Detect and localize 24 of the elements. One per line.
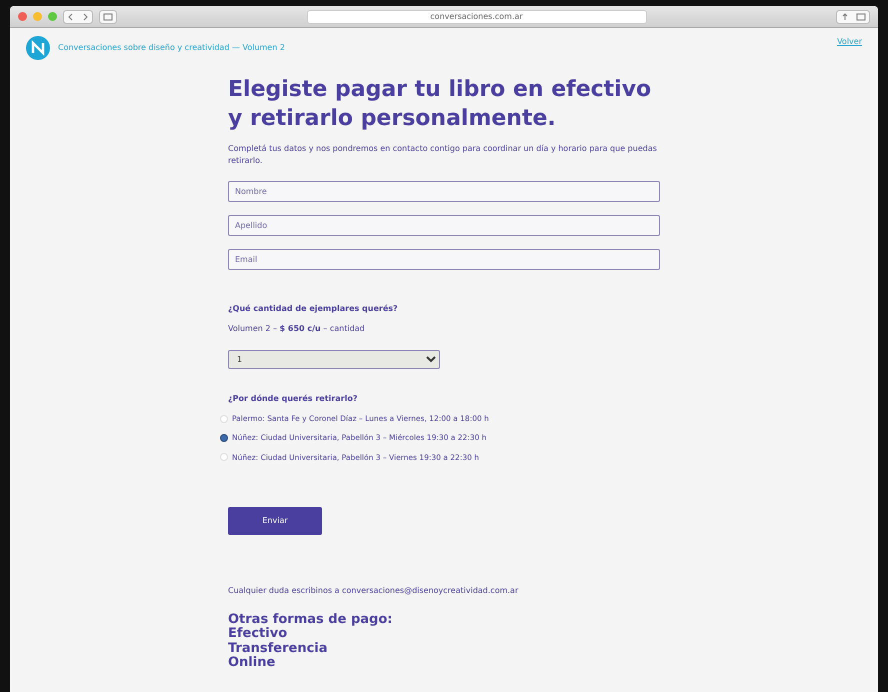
submit-button[interactable]: Enviar: [228, 506, 322, 535]
payment-option: Online: [228, 656, 660, 670]
radio-button[interactable]: [220, 434, 228, 442]
quantity-select[interactable]: 1: [228, 350, 440, 370]
payment-option: Efectivo: [228, 627, 660, 642]
page-title: Elegiste pagar tu libro en efectivo y retirarlo personalmente.: [228, 76, 652, 133]
email-link[interactable]: conversaciones@disenoycreatividad.com.ar: [342, 586, 518, 595]
intro-text: Completá tus datos y nos pondremos en contacto contigo para coordinar un día y horario para que puedas retirarlo.: [228, 143, 658, 168]
quantity-label: Volumen 2 – $ 650 c/u – cantidad: [228, 323, 366, 336]
question-heading: ¿Qué cantidad de ejemplares querés?: [228, 303, 399, 316]
back-forward-icon[interactable]: [63, 10, 93, 24]
sidebar-icon[interactable]: [99, 10, 117, 24]
input-field[interactable]: Email: [228, 249, 660, 270]
payment-option: Transferencia: [228, 642, 660, 656]
address-bar[interactable]: conversaciones.com.ar: [306, 10, 646, 24]
question-heading: ¿Por dónde querés retirarlo?: [228, 393, 358, 406]
logo-icon[interactable]: [26, 36, 50, 60]
input-field[interactable]: Apellido: [228, 215, 660, 236]
maximize-icon[interactable]: [48, 12, 57, 21]
section-heading: Otras formas de pago:: [228, 612, 394, 627]
input-field[interactable]: Nombre: [228, 181, 660, 202]
share-tabs-icon[interactable]: [836, 10, 870, 24]
close-icon[interactable]: [18, 12, 27, 21]
contact-text: Cualquier duda escribinos a: [228, 586, 340, 595]
